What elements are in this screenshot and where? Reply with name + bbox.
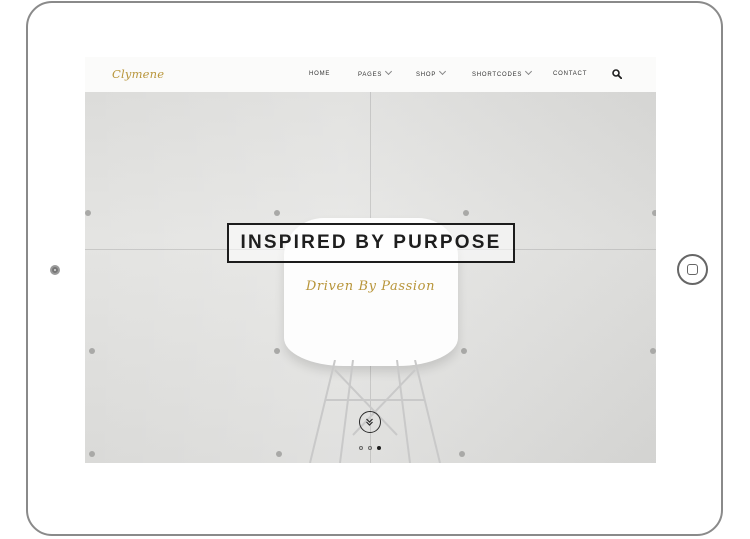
wall-tie-hole [89,451,95,457]
nav-item-contact[interactable]: CONTACT [553,71,587,77]
chevron-double-down-icon [366,418,373,426]
wall-tie-hole [89,348,95,354]
wall-tie-hole [461,348,467,354]
chevron-down-icon [385,67,393,76]
slider-dot-1[interactable] [359,446,363,450]
home-button[interactable] [677,254,708,285]
scroll-down-button[interactable] [359,411,381,433]
hero-slider: INSPIRED BY PURPOSE Driven By Passion [85,92,656,463]
search-icon[interactable] [612,69,622,79]
nav-item-label: CONTACT [553,71,588,77]
wall-tie-hole [652,210,656,216]
wall-tie-hole [276,451,282,457]
wall-tie-hole [274,348,280,354]
wall-tie-hole [274,210,280,216]
nav-item-label: SHOP [416,72,437,78]
wall-tie-hole [85,210,91,216]
chevron-down-icon [525,67,533,76]
nav-item-label: SHORTCODES [472,72,523,78]
chevron-down-icon [439,67,447,76]
hero-subheadline: Driven By Passion [305,279,436,294]
nav-item-home[interactable]: HOME [309,71,330,77]
slider-dot-2[interactable] [368,446,372,450]
wall-tie-hole [463,210,469,216]
site-logo[interactable]: Clymene [112,67,164,81]
nav-item-pages[interactable]: PAGES [358,67,393,78]
nav-item-shop[interactable]: SHOP [416,67,447,78]
top-navigation: Clymene HOME PAGES SHOP SHORTCODES CONTA… [85,57,656,92]
nav-item-shortcodes[interactable]: SHORTCODES [472,67,533,78]
headline-frame: INSPIRED BY PURPOSE [227,223,515,263]
wall-tie-hole [650,348,656,354]
slider-dot-3-active[interactable] [377,446,381,450]
nav-item-label: HOME [309,71,331,77]
nav-item-label: PAGES [358,72,383,78]
screen: Clymene HOME PAGES SHOP SHORTCODES CONTA… [85,57,656,463]
slider-pagination [359,446,389,452]
wall-tie-hole [459,451,465,457]
camera-icon [50,265,60,275]
hero-headline: INSPIRED BY PURPOSE [240,232,502,253]
